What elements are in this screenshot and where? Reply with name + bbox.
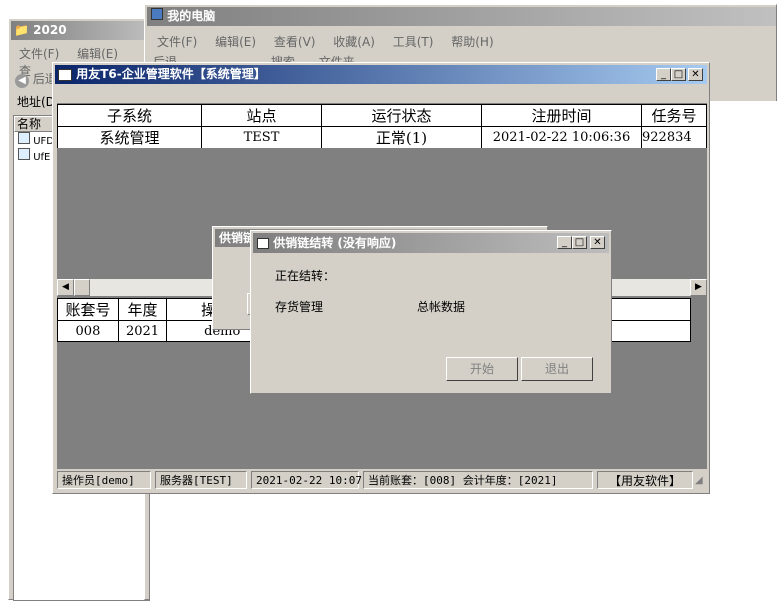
- menu-help[interactable]: 帮助(H): [451, 35, 493, 49]
- col-header-subsystem[interactable]: 子系统: [57, 104, 202, 127]
- cell-register-time: 2021-02-22 10:06:36: [481, 126, 642, 148]
- status-server: 服务器[TEST]: [155, 471, 247, 489]
- cell-status: 正常(1): [321, 126, 482, 148]
- col-header-task-id[interactable]: 任务号: [641, 104, 707, 127]
- folder-window-menubar: 文件(F) 编辑(E) 查: [19, 45, 159, 78]
- menu-file[interactable]: 文件(F): [19, 47, 59, 61]
- scroll-thumb[interactable]: [74, 279, 90, 296]
- status-bar: 操作员[demo] 服务器[TEST] 2021-02-22 10:07 当前账…: [55, 469, 709, 493]
- status-operator: 操作员[demo]: [57, 471, 151, 489]
- table-row[interactable]: 系统管理 TEST 正常(1) 2021-02-22 10:06:36 9228…: [57, 126, 707, 148]
- scroll-right-button[interactable]: ▶: [690, 279, 707, 296]
- folder-icon: 📁: [14, 23, 29, 37]
- file-icon: [18, 148, 30, 160]
- status-brand: 【用友软件】: [597, 471, 693, 489]
- dialog-maximize-button[interactable]: □: [572, 236, 587, 249]
- item-ledger: 总帐数据: [417, 300, 466, 314]
- dialog-title: 供销链结转 (没有响应): [273, 236, 397, 250]
- start-button[interactable]: 开始: [446, 357, 518, 381]
- subsystem-table: 子系统 站点 运行状态 注册时间 任务号 系统管理 TEST 正常(1) 202…: [57, 104, 707, 148]
- status-account: 当前账套：[008] 会计年度：[2021]: [363, 471, 593, 489]
- my-computer-menubar: 文件(F) 编辑(E) 查看(V) 收藏(A) 工具(T) 帮助(H): [157, 33, 757, 51]
- dialog-minimize-button[interactable]: _: [557, 236, 572, 249]
- close-button[interactable]: ✕: [688, 68, 703, 81]
- menu-edit[interactable]: 编辑(E): [215, 35, 256, 49]
- menu-view[interactable]: 查看(V): [274, 35, 316, 49]
- subsystem-table-container: 子系统 站点 运行状态 注册时间 任务号 系统管理 TEST 正常(1) 202…: [57, 104, 707, 148]
- folder-window-titlebar[interactable]: 📁 2020: [11, 21, 155, 40]
- computer-icon: [151, 8, 163, 20]
- item-inventory: 存货管理: [275, 300, 324, 314]
- minimize-button[interactable]: _: [656, 68, 671, 81]
- status-datetime: 2021-02-22 10:07: [251, 471, 362, 489]
- my-computer-title: 我的电脑: [167, 9, 216, 23]
- col-header-status[interactable]: 运行状态: [321, 104, 482, 127]
- exit-button[interactable]: 退出: [521, 357, 593, 381]
- cell-task-id: 922834: [641, 126, 707, 148]
- col-header-station[interactable]: 站点: [201, 104, 322, 127]
- dialog-close-button[interactable]: ✕: [590, 236, 605, 249]
- col-header-account-no[interactable]: 账套号: [57, 298, 119, 321]
- dialog-titlebar[interactable]: 供销链结转 (没有响应): [253, 233, 609, 253]
- menu-favorites[interactable]: 收藏(A): [333, 35, 375, 49]
- main-window-title: 用友T6-企业管理软件【系统管理】: [76, 67, 266, 81]
- resize-grip-icon[interactable]: ◢: [695, 475, 707, 489]
- maximize-button[interactable]: □: [671, 68, 686, 81]
- supply-chain-dialog: 供销链结转 (没有响应) _ □ ✕ 正在结转： 存货管理 总帐数据 开始 退出: [250, 230, 612, 394]
- folder-window-title: 2020: [33, 23, 67, 37]
- scroll-left-button[interactable]: ◀: [57, 279, 74, 296]
- menu-tools[interactable]: 工具(T): [393, 35, 434, 49]
- cell-station: TEST: [201, 126, 322, 148]
- main-window-titlebar[interactable]: 用友T6-企业管理软件【系统管理】: [55, 65, 707, 84]
- cell-subsystem: 系统管理: [57, 126, 202, 148]
- cell-account-no: 008: [57, 320, 119, 342]
- menu-edit[interactable]: 编辑(E): [77, 47, 118, 61]
- menu-file[interactable]: 文件(F): [157, 35, 197, 49]
- back-arrow-icon: ◀: [15, 74, 29, 88]
- file-icon: [18, 132, 30, 144]
- table-header-row: 子系统 站点 运行状态 注册时间 任务号: [57, 104, 707, 127]
- col-header-year[interactable]: 年度: [117, 298, 168, 321]
- cell-year: 2021: [117, 320, 168, 342]
- transfer-status-label: 正在结转：: [275, 269, 336, 283]
- my-computer-titlebar[interactable]: 我的电脑: [147, 7, 776, 26]
- col-header-register-time[interactable]: 注册时间: [481, 104, 642, 127]
- app-icon: [58, 68, 72, 81]
- dialog-app-icon: [257, 238, 269, 249]
